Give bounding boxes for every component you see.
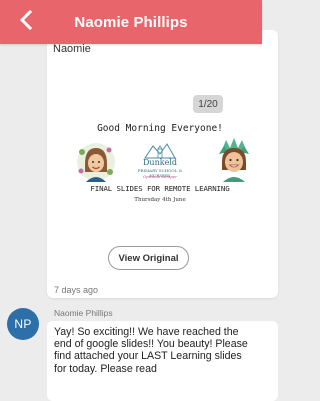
- slide-subheading: FINAL SLIDES FOR REMOTE LEARNING: [90, 184, 230, 193]
- post-timestamp: 7 days ago: [54, 285, 99, 295]
- post-author: Naomie: [53, 43, 91, 55]
- page-indicator-badge: 1/20: [193, 95, 223, 113]
- slide-preview[interactable]: Good Morning Everyone! Dunkeld PRIMARY S…: [54, 116, 266, 222]
- message-text: Yay! So exciting!! We have reached the e…: [54, 326, 248, 375]
- message-bubble: Yay! So exciting!! We have reached the e…: [47, 321, 278, 401]
- avatar[interactable]: NP: [7, 308, 39, 340]
- chevron-left-icon: [19, 9, 33, 35]
- school-logo: Dunkeld PRIMARY SCHOOL & NURSERY Optimus…: [129, 140, 191, 182]
- post-card: Naomie 1/20 Good Morning Everyone! Dunke…: [47, 30, 278, 298]
- logo-motto: Optimus Semper: [142, 174, 178, 179]
- header-title: Naomie Phillips: [74, 13, 188, 31]
- bitmoji-right-image: [214, 138, 254, 187]
- view-original-button[interactable]: View Original: [108, 246, 189, 270]
- logo-name: Dunkeld: [143, 158, 177, 167]
- slide-date: Thursday 4th June: [134, 197, 186, 203]
- message-sender: Naomie Phillips: [54, 308, 113, 318]
- bitmoji-left-image: [76, 142, 116, 187]
- back-button[interactable]: [8, 4, 44, 40]
- slide-heading: Good Morning Everyone!: [97, 123, 223, 134]
- app-header: Naomie Phillips: [0, 0, 262, 44]
